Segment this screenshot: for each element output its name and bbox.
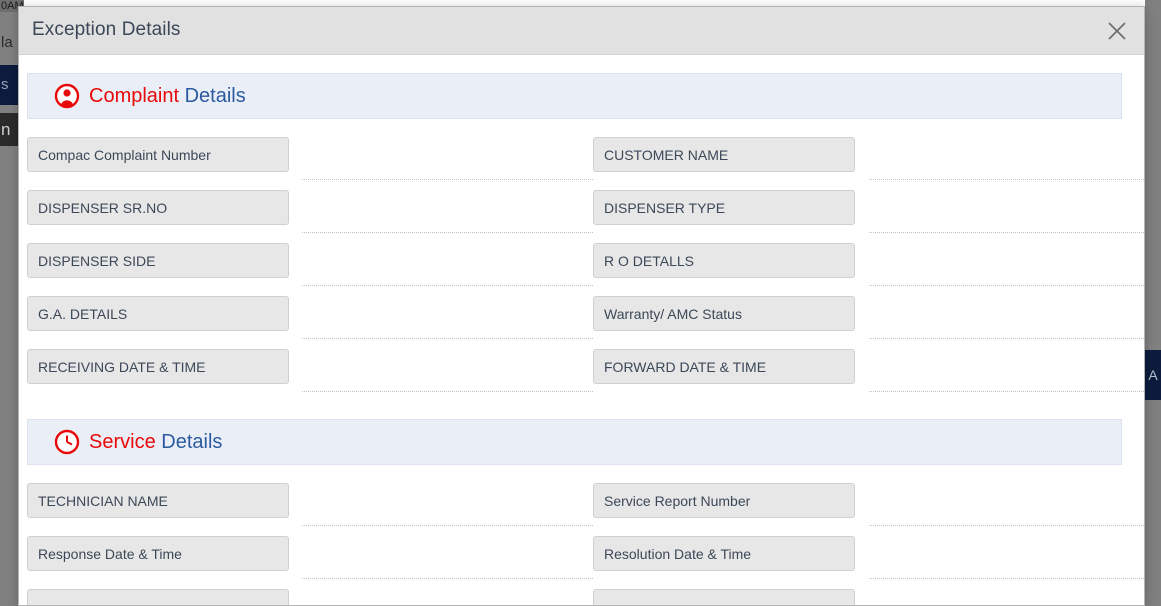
field-label: TECHNICIAN NAME bbox=[27, 483, 289, 518]
form-row: Response Date & Time Resolution Date & T… bbox=[27, 536, 1144, 589]
field-value[interactable] bbox=[869, 483, 1144, 526]
form-field-warranty-amc-status: Warranty/ AMC Status bbox=[593, 296, 1144, 339]
field-value[interactable] bbox=[302, 296, 593, 339]
section-title-primary: Service bbox=[89, 431, 156, 453]
form-field-service-report-number: Service Report Number bbox=[593, 483, 1144, 526]
field-label: Compac Complaint Number bbox=[27, 137, 289, 172]
form-row bbox=[27, 589, 1122, 605]
field-value[interactable] bbox=[302, 483, 593, 526]
field-label: Warranty/ AMC Status bbox=[593, 296, 855, 331]
field-value[interactable] bbox=[302, 536, 593, 579]
background-side-tab[interactable]: A bbox=[1145, 350, 1161, 400]
field-label: Response Date & Time bbox=[27, 536, 289, 571]
form-row: Compac Complaint Number CUSTOMER NAME bbox=[27, 137, 1144, 190]
form-row: RECEIVING DATE & TIME FORWARD DATE & TIM… bbox=[27, 349, 1144, 402]
user-circle-icon bbox=[54, 83, 80, 109]
background-right-panel bbox=[1145, 0, 1161, 606]
form-field-compac-complaint-number: Compac Complaint Number bbox=[27, 137, 593, 180]
field-label: R O DETALLS bbox=[593, 243, 855, 278]
form-field-dispenser-sr-no: DISPENSER SR.NO bbox=[27, 190, 593, 233]
field-value[interactable] bbox=[869, 296, 1144, 339]
form-row: G.A. DETAILS Warranty/ AMC Status bbox=[27, 296, 1144, 349]
field-value[interactable] bbox=[302, 243, 593, 286]
dialog-header: Exception Details bbox=[19, 7, 1144, 55]
field-value[interactable] bbox=[869, 243, 1144, 286]
field-label: DISPENSER TYPE bbox=[593, 190, 855, 225]
section-title-complaint-details: Complaint Details bbox=[89, 86, 246, 106]
exception-details-dialog: Exception Details Complaint Details Comp… bbox=[18, 6, 1145, 606]
form-field-receiving-date-time: RECEIVING DATE & TIME bbox=[27, 349, 593, 392]
dialog-title: Exception Details bbox=[32, 19, 181, 40]
form-row: TECHNICIAN NAME Service Report Number bbox=[27, 483, 1144, 536]
field-label: Service Report Number bbox=[593, 483, 855, 518]
dialog-body: Complaint Details Compac Complaint Numbe… bbox=[19, 55, 1144, 605]
form-row: DISPENSER SR.NO DISPENSER TYPE bbox=[27, 190, 1144, 243]
field-value[interactable] bbox=[869, 190, 1144, 233]
field-value[interactable] bbox=[869, 349, 1144, 392]
form-field-resolution-date-time: Resolution Date & Time bbox=[593, 536, 1144, 579]
form-field-dispenser-type: DISPENSER TYPE bbox=[593, 190, 1144, 233]
field-value[interactable] bbox=[302, 137, 593, 180]
field-value[interactable] bbox=[302, 190, 593, 233]
form-field-ro-details: R O DETALLS bbox=[593, 243, 1144, 286]
form-field-forward-date-time: FORWARD DATE & TIME bbox=[593, 349, 1144, 392]
field-label bbox=[27, 589, 289, 605]
page-root: 0AM la s n A Exception Details Complaint… bbox=[0, 0, 1161, 606]
section-header-complaint-details: Complaint Details bbox=[27, 73, 1122, 119]
form-field-response-date-time: Response Date & Time bbox=[27, 536, 593, 579]
close-icon[interactable] bbox=[1102, 16, 1132, 46]
field-value[interactable] bbox=[302, 349, 593, 392]
section-title-service-details: Service Details bbox=[89, 432, 222, 452]
field-label: RECEIVING DATE & TIME bbox=[27, 349, 289, 384]
field-label bbox=[593, 589, 855, 605]
form-field-partial-left bbox=[27, 589, 593, 605]
section-title-primary: Complaint bbox=[89, 85, 180, 107]
field-label: CUSTOMER NAME bbox=[593, 137, 855, 172]
form-field-customer-name: CUSTOMER NAME bbox=[593, 137, 1144, 180]
field-label: DISPENSER SIDE bbox=[27, 243, 289, 278]
field-label: DISPENSER SR.NO bbox=[27, 190, 289, 225]
form-field-ga-details: G.A. DETAILS bbox=[27, 296, 593, 339]
clock-circle-icon bbox=[54, 429, 80, 455]
form-row: DISPENSER SIDE R O DETALLS bbox=[27, 243, 1144, 296]
field-label: Resolution Date & Time bbox=[593, 536, 855, 571]
field-value[interactable] bbox=[869, 536, 1144, 579]
field-value[interactable] bbox=[869, 137, 1144, 180]
field-value[interactable] bbox=[869, 589, 1144, 605]
field-label: G.A. DETAILS bbox=[27, 296, 289, 331]
section-title-secondary: Details bbox=[184, 85, 246, 107]
section-title-secondary: Details bbox=[161, 431, 223, 453]
form-field-technician-name: TECHNICIAN NAME bbox=[27, 483, 593, 526]
form-field-dispenser-side: DISPENSER SIDE bbox=[27, 243, 593, 286]
field-label: FORWARD DATE & TIME bbox=[593, 349, 855, 384]
field-value[interactable] bbox=[302, 589, 593, 605]
section-header-service-details: Service Details bbox=[27, 419, 1122, 465]
form-field-partial-right bbox=[593, 589, 1144, 605]
